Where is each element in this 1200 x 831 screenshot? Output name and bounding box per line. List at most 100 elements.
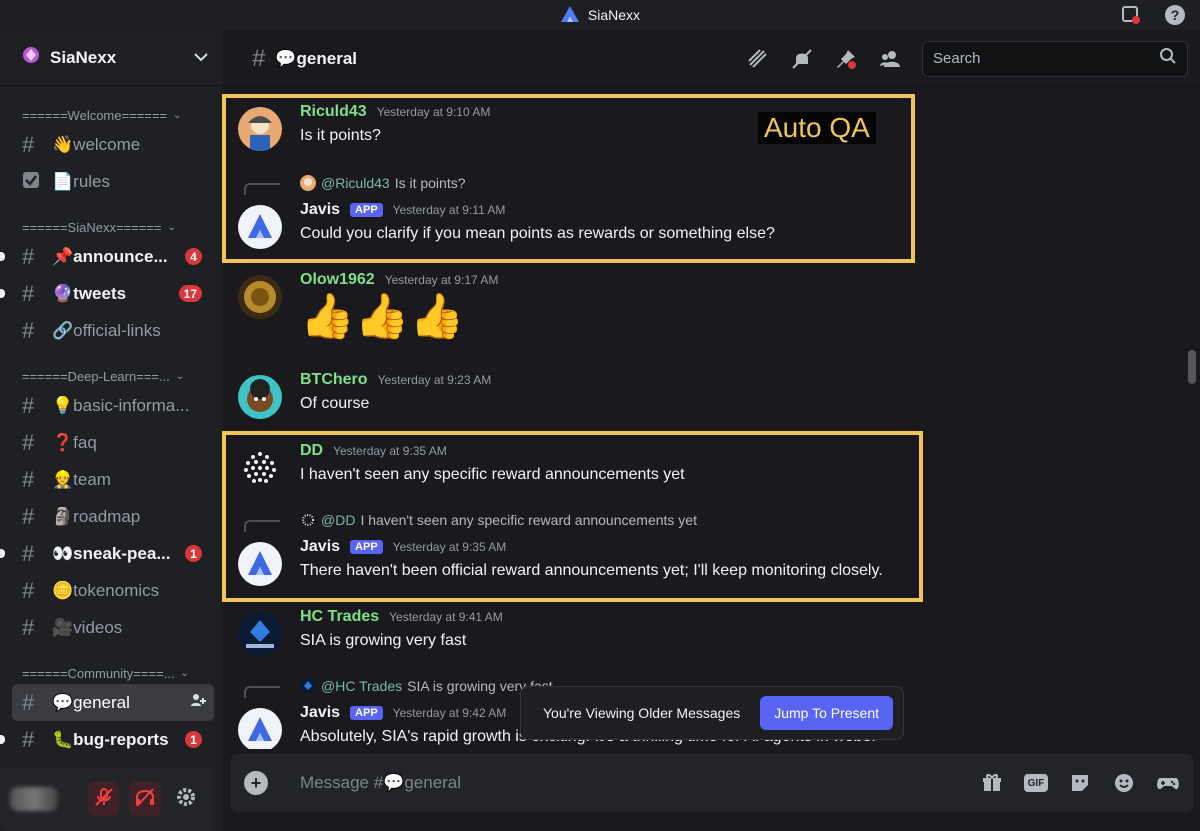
channel-label: ❓faq [52,432,97,452]
channel-official-links[interactable]: # 🔗official-links [0,312,214,349]
category-sianexx[interactable]: ======SiaNexx====== ⌄ [0,216,222,238]
add-member-icon[interactable] [190,692,206,713]
channel-label: 👷team [52,469,111,489]
channel-label: 💬general [52,692,130,712]
highlight-box [222,431,923,602]
app-badge: APP [350,706,383,720]
notification-muted-icon[interactable] [790,47,814,71]
channel-basic-information[interactable]: # 💡basic-informa... [0,387,214,424]
server-header[interactable]: SiaNexx [0,30,222,86]
channel-label: 💡basic-informa... [52,395,190,415]
channel-faq[interactable]: # ❓faq [0,424,214,461]
avatar-hc-trades-mini [300,678,316,694]
rules-checkbox-icon [22,169,46,195]
unread-indicator [0,289,5,298]
scrollbar-thumb[interactable] [1188,350,1196,384]
message-text: Of course [300,395,370,412]
mute-button[interactable] [87,782,120,816]
channel-videos[interactable]: # 🎥videos [0,609,214,646]
message-author[interactable]: HC Trades [300,608,379,626]
reply-mention[interactable]: @HC Trades [321,678,402,694]
user-settings-button[interactable] [171,782,202,816]
search-box[interactable] [922,40,1188,77]
chevron-down-icon: ⌄ [180,667,189,679]
svg-text:?: ? [1171,7,1180,23]
sianexx-logo-icon [560,5,580,26]
sticker-icon[interactable] [1068,771,1092,795]
help-icon[interactable]: ? [1164,4,1186,26]
server-name: SiaNexx [50,47,117,67]
channel-announcements[interactable]: # 📌announce... 4 [0,238,214,275]
category-label: ======SiaNexx====== [22,219,162,235]
hash-icon: # [22,577,35,603]
avatar-btchero[interactable] [238,375,282,419]
channel-label: 🪙tokenomics [52,580,160,600]
channel-tweets[interactable]: # 🔮tweets 17 [0,275,214,312]
category-community[interactable]: ======Community====... ⌄ [0,662,222,684]
channel-roadmap[interactable]: # 🗿roadmap [0,498,214,535]
message-author[interactable]: Olow1962 [300,271,375,289]
inbox-icon[interactable] [1120,4,1142,26]
avatar-hc-trades[interactable] [238,612,282,656]
threads-icon[interactable] [746,47,770,71]
hash-icon: # [22,429,35,455]
category-welcome[interactable]: ======Welcome====== ⌄ [0,104,222,126]
category-label: ======Community====... [22,665,175,681]
hash-icon: # [22,131,35,157]
message-input[interactable] [300,773,980,793]
channel-welcome[interactable]: # 👋welcome [0,126,214,163]
avatar-olow1962[interactable] [238,275,282,319]
channel-title: # 💬general [252,45,746,73]
user-panel [0,767,212,831]
server-icon [22,46,40,69]
chevron-down-icon: ⌄ [173,109,182,121]
hash-icon: # [22,280,35,306]
channel-label: 🔮tweets [52,283,127,303]
category-label: ======Deep-Learn===... [22,368,170,384]
hash-icon: # [22,689,35,715]
member-list-icon[interactable] [878,47,902,71]
message-emoji: 👍👍👍 [300,292,465,341]
chevron-down-icon[interactable] [194,49,208,67]
category-label: ======Welcome====== [22,107,168,123]
jump-to-present-button[interactable]: Jump To Present [760,696,893,730]
channel-list: ======Welcome====== ⌄ # 👋welcome 📄rules =… [0,88,222,768]
avatar-javis[interactable] [238,708,282,749]
hash-icon: # [252,44,266,72]
channel-title-text: 💬general [275,48,357,68]
mention-badge: 4 [185,248,202,265]
message-author[interactable]: BTChero [300,371,368,389]
unread-indicator [0,549,5,558]
hash-icon: # [22,392,35,418]
channel-general[interactable]: # 💬general [12,684,214,721]
gear-icon [175,786,197,813]
channel-rules[interactable]: 📄rules [0,163,214,200]
chevron-down-icon: ⌄ [167,221,176,233]
user-avatar-blurred[interactable] [10,787,58,811]
deafen-button[interactable] [129,782,161,816]
category-deep-learn[interactable]: ======Deep-Learn===... ⌄ [0,365,222,387]
search-input[interactable] [933,50,1159,67]
mention-badge: 1 [185,545,202,562]
channel-tokenomics[interactable]: # 🪙tokenomics [0,572,214,609]
channel-team[interactable]: # 👷team [0,461,214,498]
add-attachment-button[interactable]: + [244,771,268,795]
channel-label: 🎥videos [52,617,123,637]
hash-icon: # [22,503,35,529]
channel-sneak-peak[interactable]: # 👀sneak-pea... 1 [0,535,214,572]
channel-sidebar: SiaNexx ======Welcome====== ⌄ # 👋welcome … [0,30,222,831]
hash-icon: # [22,726,35,752]
search-icon[interactable] [1159,47,1177,70]
channel-label: 🐛bug-reports [52,729,169,749]
emoji-icon[interactable] [1112,771,1136,795]
channel-bug-reports[interactable]: # 🐛bug-reports 1 [0,721,214,758]
channel-label: 📄rules [52,171,111,191]
message-author[interactable]: Javis [300,704,340,722]
channel-header: # 💬general [222,30,1200,88]
gif-button[interactable]: GIF [1024,774,1048,792]
reply-preview[interactable]: @HC Trades SIA is growing very fast [300,678,553,694]
message-timestamp: Yesterday at 9:41 AM [389,610,503,624]
pinned-messages-icon[interactable] [834,47,858,71]
gift-icon[interactable] [980,771,1004,795]
activities-gamepad-icon[interactable] [1156,771,1180,795]
